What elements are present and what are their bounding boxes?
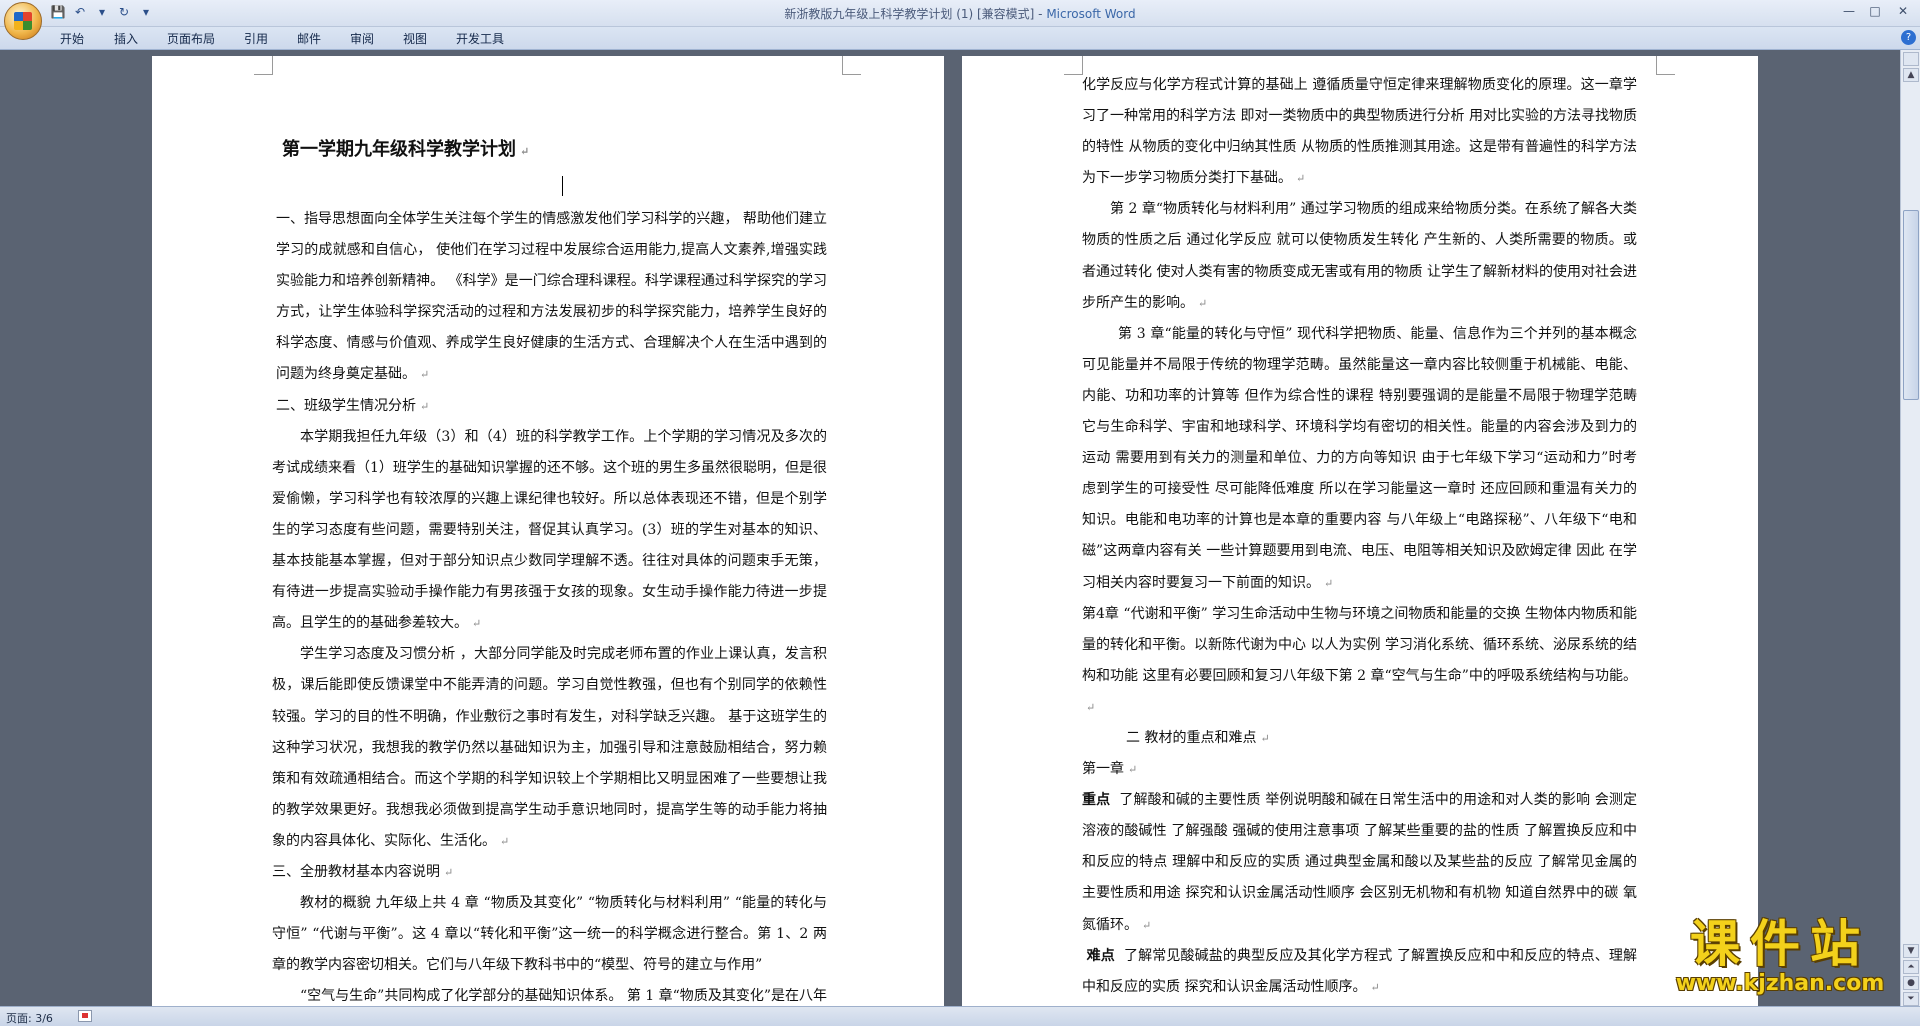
app-name: Microsoft Word [1046,7,1136,21]
window-title: 新浙教版九年级上科学教学计划 (1) [兼容模式] - Microsoft Wo… [0,5,1920,22]
paragraph-mark: ↵ [420,399,430,413]
paragraph-mark: ↵ [1296,172,1306,186]
document-workspace: 第一学期九年级科学教学计划 ↵ 一、指导思想面向全体学生关注每个学生的情感激发他们… [0,50,1900,1006]
tab-insert[interactable]: 插入 [114,30,138,47]
paragraph: 本学期我担任九年级（3）和（4）班的科学教学工作。上个学期的学习情况及多次的考试… [272,428,827,632]
paragraph: 第4章 “代谢和平衡” 学习生命活动中生物与环境之间物质和能量的交换 生物体内物… [1082,605,1637,684]
document-title: 第一学期九年级科学教学计划 [282,139,516,160]
office-logo-icon [14,12,32,30]
tab-page-layout[interactable]: 页面布局 [167,30,215,47]
crop-mark [1064,56,1083,75]
paragraph: 一、指导思想面向全体学生关注每个学生的情感激发他们学习科学的兴趣， 帮助他们建立… [276,211,827,383]
title-bar: 💾 ↶ ▾ ↻ ▾ 新浙教版九年级上科学教学计划 (1) [兼容模式] - Mi… [0,0,1920,40]
paragraph-mark: ↵ [1086,700,1096,714]
chapter-heading: 第一章 [1082,761,1124,778]
tab-view[interactable]: 视图 [403,30,427,47]
paragraph-mark: ↵ [500,834,510,848]
ruler-toggle-icon[interactable] [1903,52,1919,66]
previous-page-icon[interactable]: ⏶ [1903,960,1919,974]
paragraph-mark: ↵ [1128,763,1138,777]
paragraph-mark: ↵ [1198,296,1208,310]
document-name: 新浙教版九年级上科学教学计划 (1) [兼容模式] - [784,7,1047,21]
tab-mailings[interactable]: 邮件 [297,30,321,47]
page-left-text[interactable]: 第一学期九年级科学教学计划 ↵ 一、指导思想面向全体学生关注每个学生的情感激发他们… [272,132,827,1006]
tab-references[interactable]: 引用 [244,30,268,47]
paragraph-mark: ↵ [472,617,482,631]
tab-developer[interactable]: 开发工具 [456,30,504,47]
watermark-url: www.kjzhan.com [1675,971,1885,996]
paragraph-mark: ↵ [420,368,430,382]
paragraph-mark: ↵ [1324,576,1334,590]
section-heading: 二、班级学生情况分析 [276,397,416,414]
close-button[interactable]: ✕ [1892,2,1914,20]
document-page-right[interactable]: 化学反应与化学方程式计算的基础上 遵循质量守恒定律来理解物质变化的原理。这一章学… [962,56,1758,1006]
paragraph-mark: ↵ [1370,980,1380,994]
scroll-down-icon[interactable]: ▼ [1903,944,1919,958]
crop-mark [842,56,861,75]
section-heading: 三、全册教材基本内容说明 [272,863,440,880]
paragraph-mark: ↵ [520,145,530,158]
status-bar: 页面: 3/6 [0,1006,1920,1026]
minimize-button[interactable]: — [1838,2,1860,20]
text-caret [562,176,563,196]
paragraph-mark: ↵ [444,865,454,879]
paragraph-mark: ↵ [1260,731,1270,745]
page-right-text[interactable]: 化学反应与化学方程式计算的基础上 遵循质量守恒定律来理解物质变化的原理。这一章学… [1082,70,1637,1003]
paragraph: 教材的概貌 九年级上共 4 章 “物质及其变化” “物质转化与材料利用” “能量… [272,895,827,974]
paragraph: 第 3 章“能量的转化与守恒” 现代科学把物质、能量、信息作为三个并列的基本概念… [1082,325,1637,591]
paragraph: 第 2 章“物质转化与材料利用” 通过学习物质的组成来给物质分类。在系统了解各大… [1082,201,1637,311]
vertical-scrollbar[interactable]: ▲ ▼ ⏶ ● ⏷ [1900,50,1920,1006]
paragraph-mark: ↵ [1142,918,1152,932]
page-count[interactable]: 页面: 3/6 [6,1010,53,1026]
office-button[interactable] [4,2,42,40]
scroll-thumb[interactable] [1903,210,1919,400]
crop-mark [1656,56,1675,75]
next-page-icon[interactable]: ⏷ [1903,992,1919,1006]
select-browse-object-icon[interactable]: ● [1903,976,1919,990]
tab-review[interactable]: 审阅 [350,30,374,47]
paragraph: 化学反应与化学方程式计算的基础上 遵循质量守恒定律来理解物质变化的原理。这一章学… [1082,77,1637,187]
caret-line [272,172,827,204]
section-heading: 二 教材的重点和难点 [1126,729,1257,746]
help-icon[interactable]: ? [1901,30,1916,45]
paragraph: 学生学习态度及习惯分析 ，大部分同学能及时完成老师布置的作业上课认真，发言积极，… [272,646,827,849]
paragraph: “空气与生命”共同构成了化学部分的基础知识体系。 第 1 章“物质及其变化”是在… [300,988,827,1005]
paragraph: 了解酸和碱的主要性质 举例说明酸和碱在日常生活中的用途和对人类的影响 会测定溶液… [1082,792,1638,933]
ribbon-tabs: 开始 插入 页面布局 引用 邮件 审阅 视图 开发工具 ? [0,27,1920,50]
label-key-points: 重点 [1082,792,1111,809]
watermark-logo: 课件站 www.kjzhan.com [1660,916,1900,1006]
paragraph: 了解常见酸碱盐的典型反应及其化学方程式 了解置换反应和中和反应的特点、理解中和反… [1082,947,1638,995]
crop-mark [254,56,273,75]
maximize-button[interactable]: □ [1864,2,1886,20]
scroll-up-icon[interactable]: ▲ [1903,68,1919,82]
label-difficult-points: 难点 [1086,947,1115,964]
tab-home[interactable]: 开始 [60,30,84,47]
document-page-left[interactable]: 第一学期九年级科学教学计划 ↵ 一、指导思想面向全体学生关注每个学生的情感激发他们… [152,56,944,1006]
watermark-text: 课件站 [1690,915,1870,973]
proofing-icon[interactable] [78,1010,92,1022]
